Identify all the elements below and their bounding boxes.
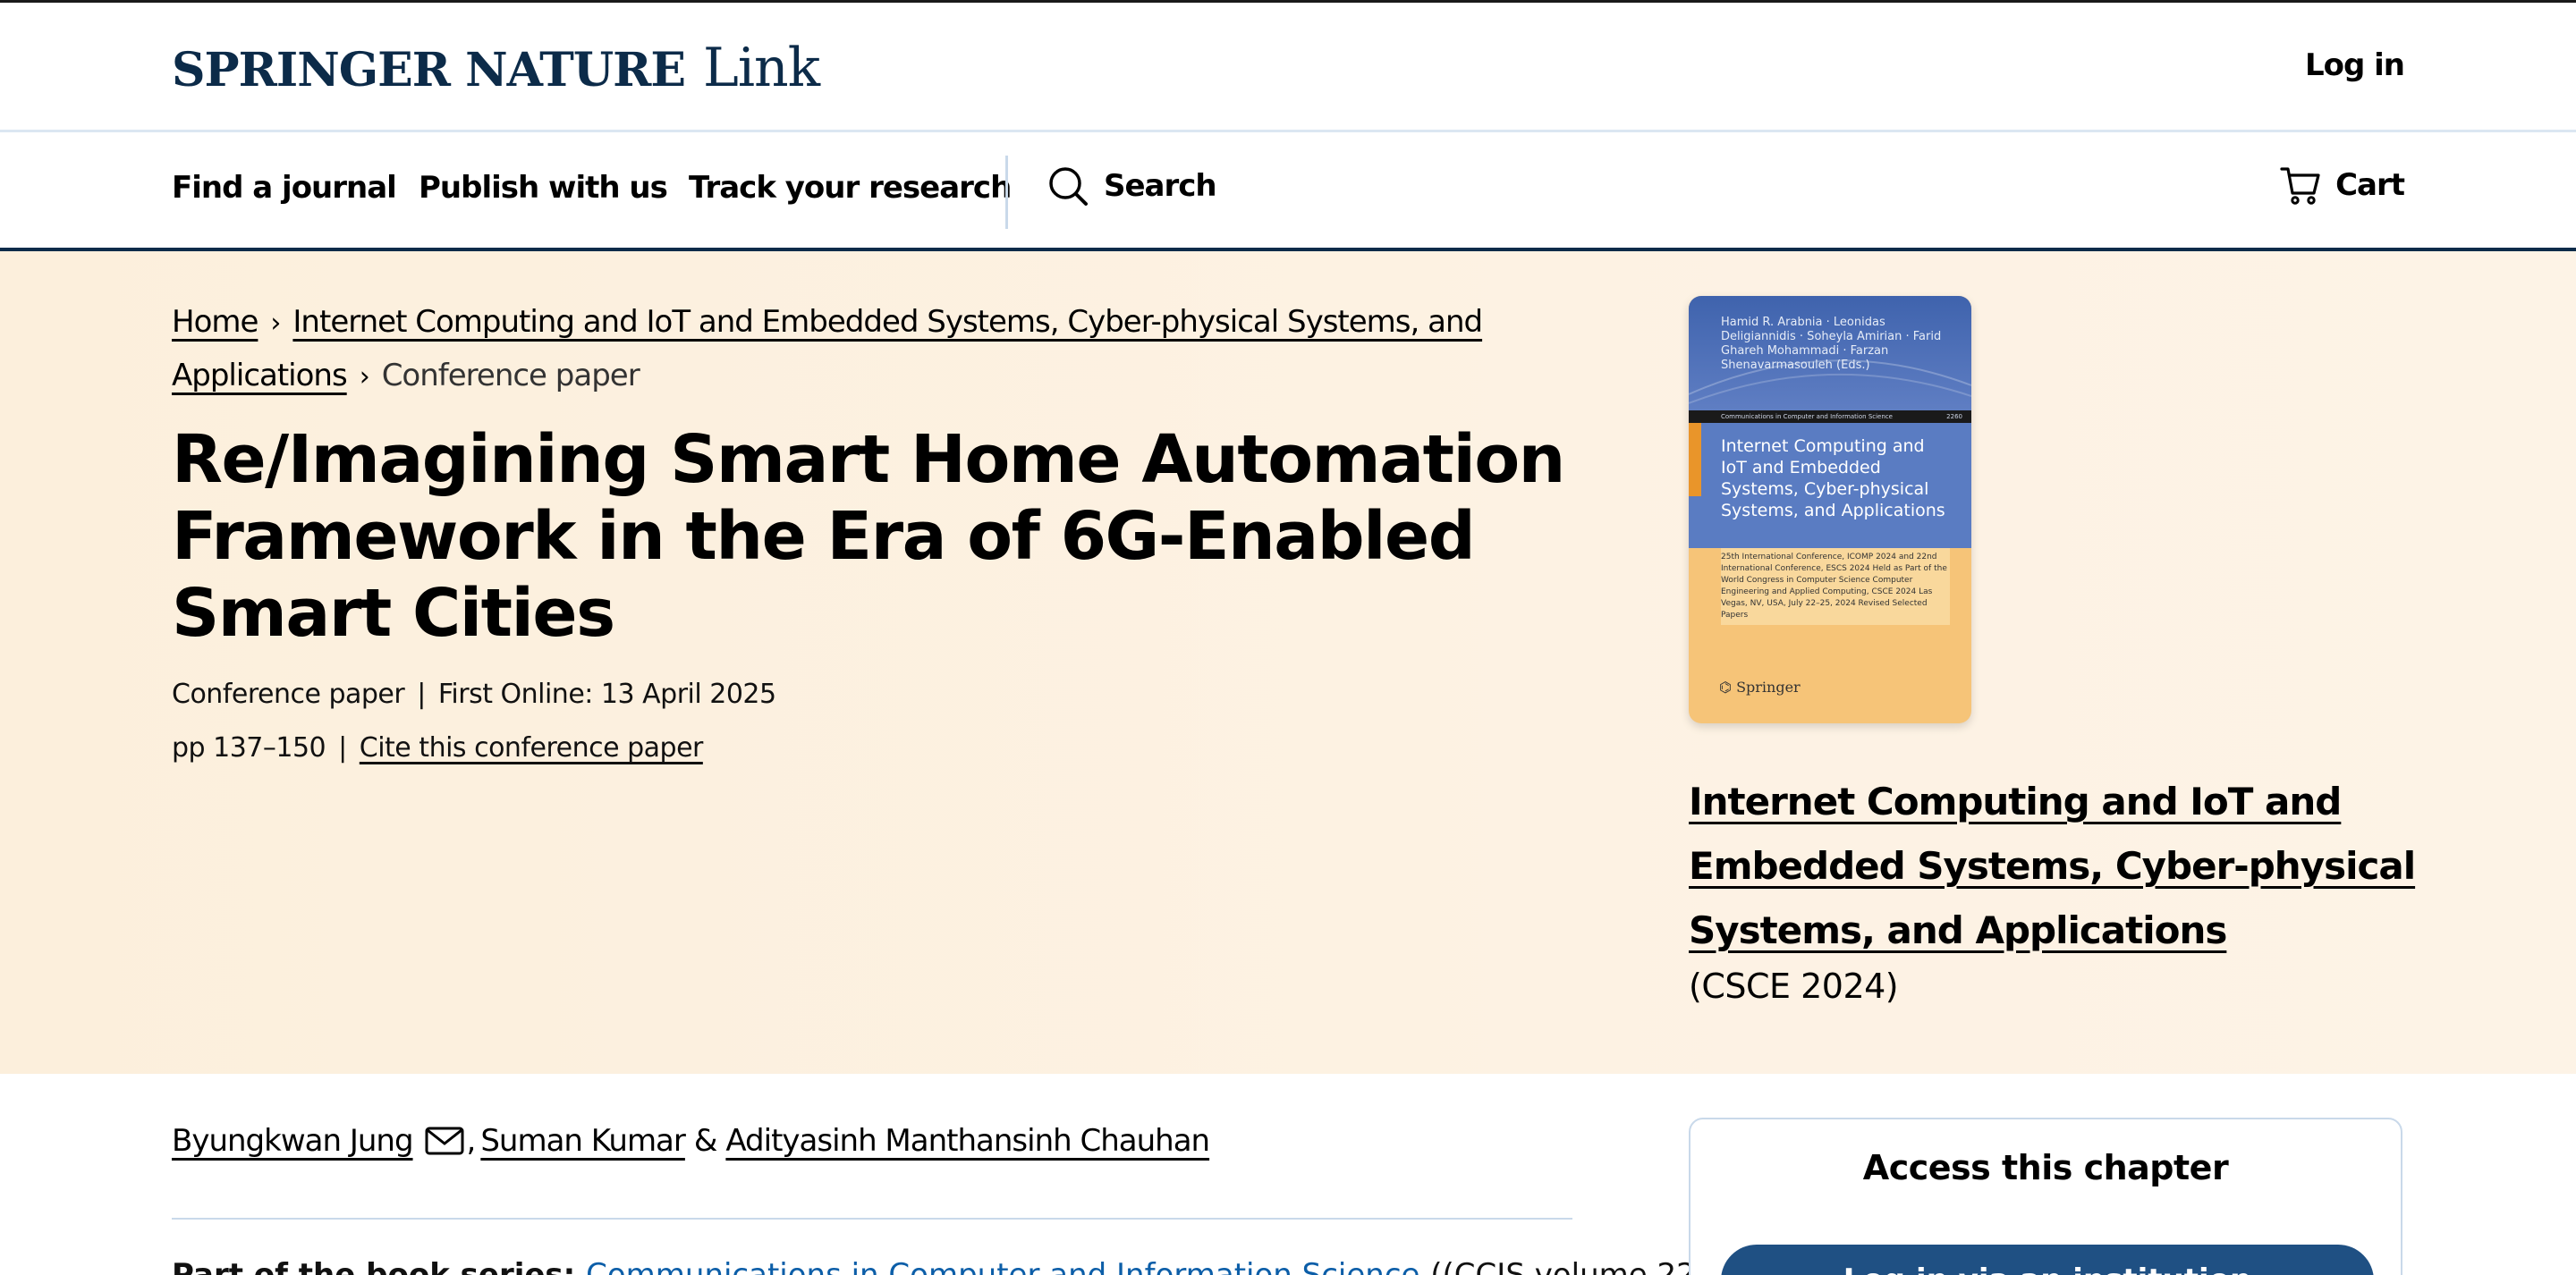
cover-series-number: 2260	[1946, 413, 1962, 420]
series-prefix: Part of the book series:	[172, 1257, 576, 1275]
cover-editors: Hamid R. Arabnia · Leonidas Deligiannidi…	[1721, 316, 1942, 372]
cart-icon	[2280, 167, 2320, 205]
login-link[interactable]: Log in	[2305, 47, 2405, 83]
cover-series: Communications in Computer and Informati…	[1721, 413, 1893, 420]
brand-main: SPRINGER NATURE	[172, 43, 686, 97]
cover-info: 25th International Conference, ICOMP 202…	[1721, 548, 1950, 625]
access-title: Access this chapter	[1862, 1148, 2229, 1187]
book-series-note: Part of the book series: Communications …	[172, 1257, 1758, 1275]
breadcrumb-home[interactable]: Home	[172, 304, 258, 340]
page-range: pp 137–150	[172, 732, 326, 764]
nav-find-journal[interactable]: Find a journal	[172, 170, 397, 206]
cart-label: Cart	[2335, 167, 2405, 203]
cover-series-band: Communications in Computer and Informati…	[1689, 410, 1971, 423]
author-link[interactable]: Suman Kumar	[480, 1123, 686, 1159]
top-header: SPRINGER NATURE Link Log in	[0, 0, 2576, 132]
cart-button[interactable]: Cart	[2280, 165, 2405, 206]
access-chapter-box: Access this chapter Log in via an instit…	[1689, 1118, 2402, 1275]
cite-link[interactable]: Cite this conference paper	[360, 732, 704, 764]
cover-publisher: ⌬ Springer	[1719, 679, 1801, 696]
author-separator: &	[693, 1123, 717, 1159]
book-title-link[interactable]: Internet Computing and IoT and Embedded …	[1689, 780, 2416, 952]
springer-nature-link-logo[interactable]: SPRINGER NATURE Link	[172, 37, 820, 101]
author-link[interactable]: Adityasinh Manthansinh Chauhan	[725, 1123, 1210, 1159]
book-title: Internet Computing and IoT and Embedded …	[1689, 770, 2422, 963]
article-meta: Conference paper | First Online: 13 April …	[172, 679, 776, 710]
search-label: Search	[1104, 168, 1217, 204]
brand-sub: Link	[703, 37, 820, 99]
breadcrumb-current: Conference paper	[381, 358, 640, 393]
chevron-right-icon: ›	[359, 361, 370, 393]
first-online: First Online: 13 April 2025	[437, 679, 776, 710]
divider	[172, 1218, 1572, 1220]
main-nav: Find a journal Publish with us Track you…	[0, 132, 2576, 251]
article-type: Conference paper	[172, 679, 405, 710]
mail-icon[interactable]	[424, 1125, 465, 1157]
nav-track-research[interactable]: Track your research	[689, 170, 1012, 206]
search-button[interactable]: Search	[1046, 165, 1217, 207]
nav-publish-with-us[interactable]: Publish with us	[419, 170, 668, 206]
search-icon	[1049, 167, 1088, 206]
article-pages: pp 137–150 | Cite this conference paper	[172, 732, 703, 764]
institution-login-button[interactable]: Log in via an institution	[1721, 1245, 2374, 1275]
article-title: Re/Imagining Smart Home Automation Frame…	[172, 421, 1565, 652]
nav-divider	[1005, 156, 1008, 229]
institution-login-label: Log in via an institution	[1721, 1262, 2374, 1275]
breadcrumb: Home › Internet Computing and IoT and Embe…	[172, 296, 1496, 403]
series-link[interactable]: Communications in Computer and Informati…	[586, 1257, 1419, 1275]
article-hero: Home › Internet Computing and IoT and Embe…	[0, 251, 2576, 1074]
book-cover-image[interactable]: Hamid R. Arabnia · Leonidas Deligiannidi…	[1689, 296, 1971, 723]
author-list: Byungkwan Jung , Suman Kumar & Adityasin…	[172, 1123, 1210, 1159]
chevron-right-icon: ›	[270, 308, 281, 339]
author-link[interactable]: Byungkwan Jung	[172, 1123, 414, 1159]
cover-title: Internet Computing and IoT and Embedded …	[1721, 436, 1945, 520]
author-separator: ,	[466, 1123, 477, 1159]
book-conference: (CSCE 2024)	[1689, 967, 1899, 1006]
